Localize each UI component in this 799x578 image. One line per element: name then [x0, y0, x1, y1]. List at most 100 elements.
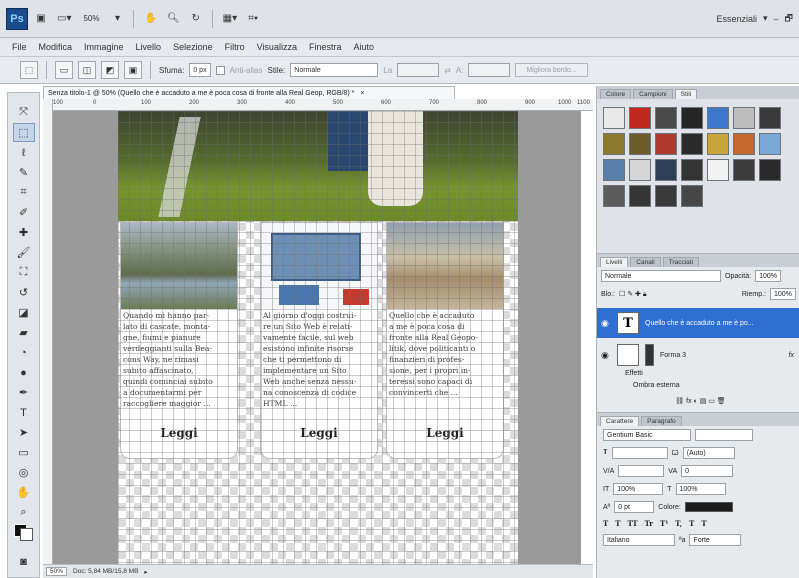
blend-mode-select[interactable]: Normale	[601, 270, 721, 282]
workspace-dropdown-icon[interactable]: ▾	[763, 13, 768, 24]
3d-rotate-icon[interactable]: ◎	[13, 463, 35, 482]
all-caps-button[interactable]: TT	[627, 519, 637, 528]
faux-bold-button[interactable]: T	[603, 519, 608, 528]
fx-icon[interactable]: fx	[789, 352, 794, 359]
horizontal-scale-input[interactable]: 100%	[675, 483, 726, 495]
healing-brush-icon[interactable]: ✚	[13, 223, 35, 242]
style-swatch[interactable]	[603, 133, 625, 155]
history-brush-icon[interactable]: ↺	[13, 283, 35, 302]
zoom-tool-icon[interactable]: 🔍︎	[164, 10, 183, 28]
text-color-swatch[interactable]	[684, 502, 733, 512]
status-arrow-icon[interactable]: ▸	[144, 568, 147, 576]
opacity-input[interactable]: 100%	[755, 270, 782, 282]
document-tab[interactable]: Senza titolo-1 @ 50% (Quello che è accad…	[43, 86, 455, 99]
style-swatch[interactable]	[681, 185, 703, 207]
strikethrough-button[interactable]: T	[701, 519, 706, 528]
hand-tool-icon[interactable]: ✋	[13, 483, 35, 502]
vertical-ruler[interactable]	[43, 99, 53, 564]
minimize-button[interactable]: –	[774, 14, 779, 24]
effect-item-row[interactable]: Ombra esterna	[597, 379, 799, 391]
intersect-selection-icon[interactable]: ▣	[124, 61, 142, 79]
style-swatch[interactable]	[681, 133, 703, 155]
style-swatch[interactable]	[603, 159, 625, 181]
style-swatch[interactable]	[681, 159, 703, 181]
photoshop-logo[interactable]: Ps	[6, 7, 28, 30]
style-swatch[interactable]	[759, 107, 781, 129]
marquee-tool-icon[interactable]: ⬚	[12, 123, 35, 142]
eye-icon[interactable]: ◉	[601, 318, 611, 329]
gradient-tool-icon[interactable]: ▰	[13, 323, 35, 342]
status-doc-size[interactable]: Doc: 5,84 MB/15,8 MB	[73, 568, 138, 575]
tab-paragrafo[interactable]: Paragrafo	[641, 416, 682, 426]
style-swatch[interactable]	[655, 159, 677, 181]
menu-file[interactable]: File	[12, 42, 27, 52]
bridge-button[interactable]: ▣	[32, 10, 50, 28]
eyedropper-tool-icon[interactable]: ✐	[13, 203, 35, 222]
menu-livello[interactable]: Livello	[136, 42, 162, 52]
style-swatch[interactable]	[629, 185, 651, 207]
shape-tool-icon[interactable]: ▭	[13, 443, 35, 462]
effects-row[interactable]: Effetti	[597, 367, 799, 379]
style-swatch[interactable]	[733, 133, 755, 155]
menu-finestra[interactable]: Finestra	[309, 42, 342, 52]
vertical-scale-input[interactable]: 100%	[613, 483, 664, 495]
read-more-button[interactable]: Leggi	[387, 426, 503, 440]
path-selection-icon[interactable]: ➤	[13, 423, 35, 442]
crop-tool-icon[interactable]: ⌗	[13, 183, 35, 202]
style-swatch[interactable]	[629, 107, 651, 129]
read-more-button[interactable]: Leggi	[261, 426, 377, 440]
style-select[interactable]: Normale	[290, 63, 379, 77]
quick-mask-icon[interactable]: ◙	[13, 552, 35, 571]
style-swatch[interactable]	[733, 107, 755, 129]
menu-immagine[interactable]: Immagine	[84, 42, 124, 52]
swap-icon[interactable]: ⇄	[444, 66, 451, 75]
language-select[interactable]: Italiano	[603, 534, 675, 546]
style-swatch[interactable]	[707, 133, 729, 155]
menu-filtro[interactable]: Filtro	[225, 42, 245, 52]
subtract-selection-icon[interactable]: ◩	[101, 61, 119, 79]
close-icon[interactable]: ×	[360, 90, 364, 97]
dodge-tool-icon[interactable]: ●	[13, 363, 35, 382]
move-tool-icon[interactable]: ⤧	[13, 103, 35, 122]
refine-edge-button[interactable]: Migliora bordo...	[515, 63, 588, 77]
clone-stamp-icon[interactable]: ⛶	[13, 263, 35, 282]
faux-italic-button[interactable]: T	[615, 519, 620, 528]
underline-button[interactable]: T	[689, 519, 694, 528]
width-input[interactable]	[397, 63, 440, 77]
zoom-level-dropdown[interactable]: 50%	[78, 13, 104, 24]
screen-mode-icon[interactable]: ⌗▾	[244, 10, 262, 28]
tool-preset-picker[interactable]: ⬚	[20, 61, 38, 79]
antialias-select[interactable]: Forte	[689, 534, 742, 546]
font-family-select[interactable]: Gentium Basic	[603, 429, 691, 441]
workspace-area[interactable]: Quando mi hanno par- lato di cascate, mo…	[53, 111, 581, 564]
layers-footer-icons[interactable]: ⛓ fx ◐ ▤ ▭ 🗑︎	[675, 397, 725, 405]
read-more-button[interactable]: Leggi	[121, 426, 237, 440]
tab-canali[interactable]: Canali	[630, 257, 661, 267]
add-selection-icon[interactable]: ◫	[78, 61, 96, 79]
color-swatches[interactable]	[13, 523, 35, 551]
tab-livelli[interactable]: Livelli	[600, 257, 629, 267]
blur-tool-icon[interactable]: ◔	[13, 343, 35, 362]
style-swatch[interactable]	[603, 185, 625, 207]
layer-row-shape[interactable]: ◉ Forma 3 fx	[597, 340, 799, 370]
style-swatch[interactable]	[707, 107, 729, 129]
tab-tracciati[interactable]: Tracciati	[662, 257, 700, 267]
eye-icon[interactable]: ◉	[601, 350, 611, 361]
menu-aiuto[interactable]: Aiuto	[353, 42, 374, 52]
feather-input[interactable]: 0 px	[189, 63, 211, 77]
tab-campioni[interactable]: Campioni	[633, 89, 673, 99]
style-swatch[interactable]	[681, 107, 703, 129]
font-size-input[interactable]	[611, 447, 668, 459]
height-input[interactable]	[468, 63, 511, 77]
tab-colore[interactable]: Colore	[600, 89, 632, 99]
new-selection-icon[interactable]: ▭	[55, 61, 73, 79]
tracking-input[interactable]: 0	[681, 465, 734, 477]
style-swatch[interactable]	[759, 159, 781, 181]
arrange-documents-icon[interactable]: ▦▾	[220, 10, 240, 28]
kerning-input[interactable]	[618, 465, 665, 477]
type-tool-icon[interactable]: T	[13, 403, 35, 422]
fill-input[interactable]: 100%	[770, 288, 796, 300]
brush-tool-icon[interactable]: 🖌︎	[13, 243, 35, 262]
eraser-tool-icon[interactable]: ◪	[13, 303, 35, 322]
background-color-swatch[interactable]	[20, 528, 33, 541]
